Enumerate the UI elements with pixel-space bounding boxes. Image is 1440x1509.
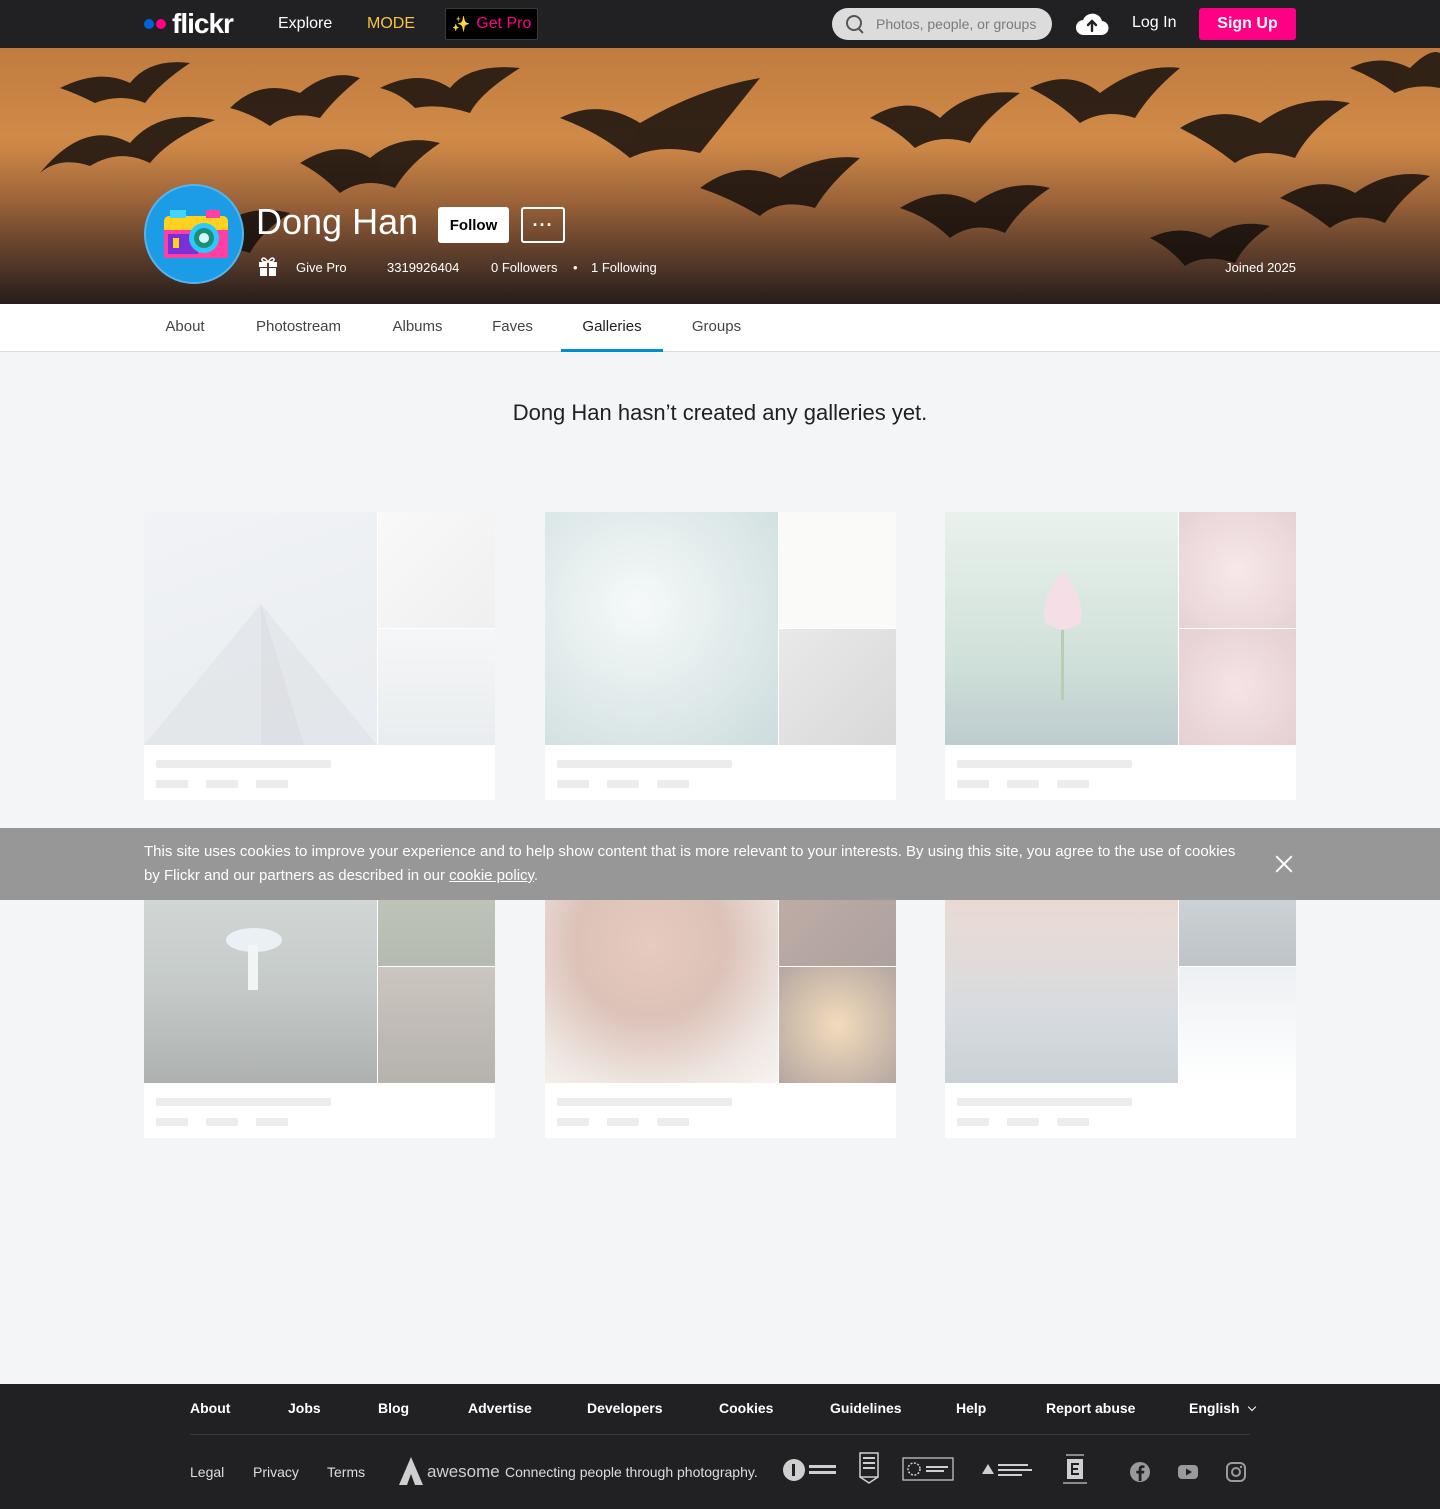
nav-mode-link[interactable]: MODE [367, 14, 415, 34]
cookie-period: . [533, 867, 539, 884]
footer-blog-link[interactable]: Blog [378, 1400, 409, 1416]
follow-button[interactable]: Follow [438, 207, 509, 243]
placeholder-bar [607, 780, 639, 788]
followers-link[interactable]: 0 Followers [491, 258, 557, 278]
give-pro-link[interactable]: Give Pro [296, 258, 347, 278]
search-icon[interactable] [845, 14, 865, 34]
placeholder-bar [156, 1098, 331, 1106]
language-label: English [1189, 1400, 1240, 1416]
user-id: 3319926404 [387, 260, 460, 275]
b-corp-badge [859, 1452, 879, 1484]
language-selector[interactable]: English [1189, 1400, 1257, 1416]
profile-tabs: About Photostream Albums Faves Galleries… [0, 304, 1440, 352]
placeholder-bar [957, 760, 1132, 768]
gallery-placeholder-card [545, 512, 896, 800]
placeholder-bar [557, 780, 589, 788]
placeholder-bar [557, 1098, 732, 1106]
get-pro-button[interactable]: ✨ Get Pro [445, 8, 538, 40]
cookie-text: This site uses cookies to improve your e… [144, 840, 1254, 888]
placeholder-bar [557, 1118, 589, 1126]
cookie-policy-link[interactable]: cookie policy [449, 867, 534, 884]
footer-report-abuse-link[interactable]: Report abuse [1046, 1400, 1135, 1416]
footer-jobs-link[interactable]: Jobs [288, 1400, 321, 1416]
footer-help-link[interactable]: Help [956, 1400, 986, 1416]
placeholder-bar [206, 780, 238, 788]
placeholder-bar [657, 1118, 689, 1126]
footer-divider [190, 1434, 1250, 1435]
footer-privacy-link[interactable]: Privacy [253, 1464, 299, 1480]
nav-explore-link[interactable]: Explore [278, 14, 332, 34]
footer-advertise-link[interactable]: Advertise [468, 1400, 532, 1416]
footer-cookies-link[interactable]: Cookies [719, 1400, 773, 1416]
profile-name: Dong Han [256, 201, 419, 242]
placeholder-bar [607, 1118, 639, 1126]
tab-galleries[interactable]: Galleries [561, 304, 663, 352]
gallery-placeholder-card [144, 512, 495, 800]
placeholder-bar [957, 1098, 1132, 1106]
placeholder-bar [256, 780, 288, 788]
placeholder-bar [957, 780, 989, 788]
footer-guidelines-link[interactable]: Guidelines [830, 1400, 902, 1416]
flickr-logo[interactable]: flickr [144, 8, 234, 39]
login-link[interactable]: Log In [1132, 14, 1176, 32]
sparkle-icon: ✨ [451, 16, 471, 33]
placeholder-bar [206, 1118, 238, 1126]
footer-developers-link[interactable]: Developers [587, 1400, 662, 1416]
awesome-logo-icon [399, 1457, 423, 1485]
empty-galleries-message: Dong Han hasn’t created any galleries ye… [512, 400, 928, 425]
awesome-brand: awesome [427, 1462, 500, 1481]
following-link[interactable]: 1 Following [591, 258, 657, 278]
evergreen-badge [1063, 1454, 1087, 1484]
user-avatar[interactable] [144, 184, 244, 284]
conservation-alliance-badge [982, 1464, 1032, 1476]
placeholder-bar [156, 1118, 188, 1126]
placeholder-bar [1057, 1118, 1089, 1126]
top-nav: flickr Explore MODE ✨ Get Pro Log In Sig… [0, 0, 1440, 48]
footer-tagline: Connecting people through photography. [505, 1464, 758, 1480]
upload-cloud-icon[interactable] [1075, 11, 1109, 37]
search-bar[interactable] [832, 8, 1052, 40]
logo-pink-dot [156, 19, 166, 29]
one-percent-for-planet-badge [783, 1459, 836, 1481]
more-options-button[interactable]: ··· [521, 207, 565, 243]
logo-wordmark: flickr [172, 8, 234, 39]
tab-about[interactable]: About [144, 304, 226, 352]
site-footer: About Jobs Blog Advertise Developers Coo… [0, 1384, 1440, 1509]
placeholder-bar [256, 1118, 288, 1126]
footer-about-link[interactable]: About [190, 1400, 230, 1416]
tab-groups[interactable]: Groups [671, 304, 762, 352]
camera-avatar-icon [164, 210, 228, 258]
placeholder-bar [156, 780, 188, 788]
placeholder-bar [557, 760, 732, 768]
placeholder-bar [657, 780, 689, 788]
get-pro-label: Get Pro [476, 15, 532, 32]
tab-albums[interactable]: Albums [371, 304, 464, 352]
profile-cover: Dong Han Follow ··· Give Pro 3319926404 … [0, 48, 1440, 304]
gift-icon[interactable] [258, 255, 278, 277]
joined-date: Joined 2025 [1225, 260, 1296, 275]
climate-neutral-badge [902, 1457, 954, 1481]
tab-photostream[interactable]: Photostream [234, 304, 363, 352]
placeholder-bar [1007, 780, 1039, 788]
close-icon[interactable] [1274, 854, 1294, 874]
facebook-icon[interactable] [1129, 1461, 1151, 1483]
instagram-icon[interactable] [1225, 1461, 1247, 1483]
placeholder-bar [156, 760, 331, 768]
cookie-message: This site uses cookies to improve your e… [144, 843, 1236, 884]
chevron-down-icon [1248, 1402, 1257, 1412]
footer-legal-link[interactable]: Legal [190, 1464, 224, 1480]
tab-faves[interactable]: Faves [472, 304, 553, 352]
gallery-placeholder-card [945, 512, 1296, 800]
search-input[interactable] [876, 16, 1046, 32]
meta-separator: • [573, 260, 578, 275]
placeholder-bar [1007, 1118, 1039, 1126]
cookie-banner: This site uses cookies to improve your e… [0, 828, 1440, 900]
logo-blue-dot [144, 19, 154, 29]
youtube-icon[interactable] [1177, 1461, 1199, 1483]
signup-button[interactable]: Sign Up [1199, 8, 1296, 40]
footer-terms-link[interactable]: Terms [327, 1464, 365, 1480]
placeholder-bar [1057, 780, 1089, 788]
placeholder-bar [957, 1118, 989, 1126]
